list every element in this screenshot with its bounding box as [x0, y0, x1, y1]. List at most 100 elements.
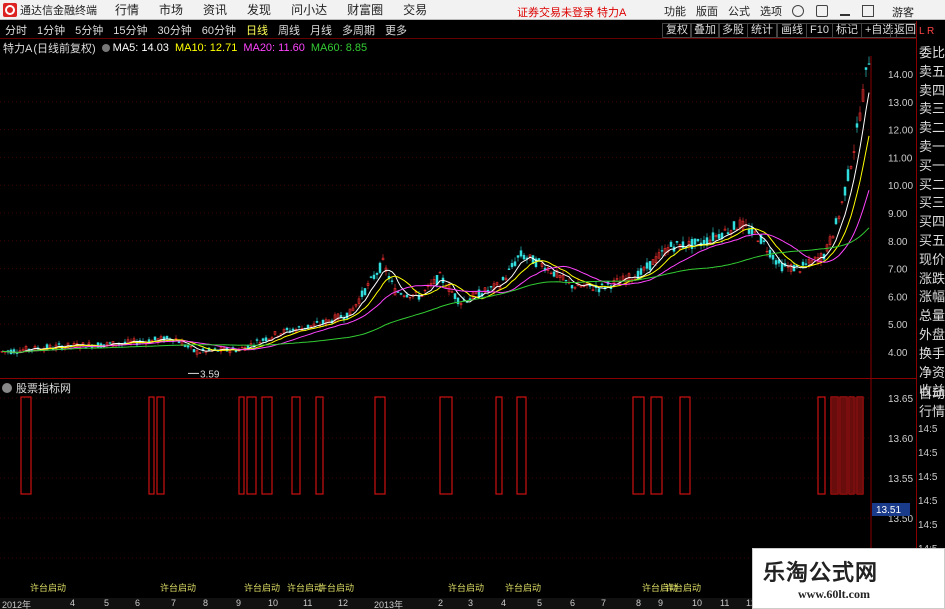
mark-button[interactable]: 标记	[832, 23, 862, 38]
sidebar-item-14[interactable]: 总量	[919, 307, 945, 325]
signal-text: 许台启动	[30, 582, 66, 594]
date-year-label: 2012年	[2, 600, 32, 609]
candle-body	[648, 261, 652, 270]
tab-1min[interactable]: 1分钟	[32, 22, 70, 38]
guest-label[interactable]: 游客	[892, 4, 914, 20]
date-tick: 11	[303, 598, 313, 608]
sidebar-item-17[interactable]: 净资	[919, 364, 945, 382]
candle-body	[690, 238, 694, 249]
draw-button[interactable]: 画线	[777, 23, 807, 38]
date-tick: 9	[236, 598, 242, 608]
sidebar-item-12[interactable]: 涨跌	[919, 270, 945, 288]
candle-body	[177, 341, 181, 344]
watermark-logo: 乐淘公式网 www.60lt.com	[752, 548, 945, 609]
settings-icon[interactable]	[101, 43, 110, 52]
candle-body	[846, 169, 850, 181]
menu-options[interactable]: 选项	[760, 3, 782, 19]
candle-body	[639, 268, 643, 275]
indicator-axis-label: 13.60	[888, 434, 913, 445]
candle-body	[489, 286, 493, 288]
sidebar-item-5[interactable]: 卖一	[919, 138, 945, 156]
sidebar-item-13[interactable]: 涨幅	[919, 288, 945, 306]
sidebar-lower-item-0[interactable]: 自动	[919, 385, 945, 403]
sidebar-time-1: 14:5	[918, 448, 938, 459]
quote-sidebar: L R 委比 卖五 卖四 卖三 卖二 卖一 买一 买二 买三 买四 买五 现价 涨跌 涨幅 总量 外盘 换手 净资收…	[916, 21, 945, 609]
menu-wealth[interactable]: 财富圈	[347, 1, 383, 18]
sidebar-item-7[interactable]: 买二	[919, 176, 945, 194]
candle-body	[297, 326, 301, 328]
price-axis-label: 8.00	[888, 237, 908, 248]
candle-body	[315, 320, 319, 323]
sidebar-item-11[interactable]: 现价	[919, 251, 945, 269]
stats-button[interactable]: 统计	[747, 23, 777, 38]
date-tick: 7	[601, 598, 607, 608]
sidebar-item-3[interactable]: 卖三	[919, 100, 945, 118]
candle-body	[513, 261, 517, 266]
menu-ask[interactable]: 问小达	[291, 1, 327, 18]
menu-layout[interactable]: 版面	[696, 3, 718, 19]
menu-quotes[interactable]: 行情	[115, 1, 139, 18]
sidebar-item-0[interactable]: 委比	[919, 44, 945, 62]
sidebar-lower-item-1[interactable]: 行情	[919, 403, 945, 421]
signal-text: 许台启动	[244, 582, 280, 594]
minimize-icon[interactable]	[840, 14, 850, 16]
tab-15min[interactable]: 15分钟	[108, 22, 152, 38]
date-tick: 6	[570, 598, 576, 608]
multi-stock-button[interactable]: 多股	[718, 23, 748, 38]
candle-body	[669, 241, 673, 247]
menu-news[interactable]: 资讯	[203, 1, 227, 18]
tab-timeshare[interactable]: 分时	[0, 22, 32, 38]
candle-body	[153, 336, 157, 341]
maximize-icon[interactable]	[862, 5, 874, 17]
tab-more[interactable]: 更多	[380, 22, 412, 38]
sidebar-item-15[interactable]: 外盘	[919, 326, 945, 344]
signal-bar-cluster	[831, 397, 863, 494]
candle-body	[696, 239, 700, 242]
signal-bar	[246, 396, 257, 495]
sidebar-item-2[interactable]: 卖四	[919, 82, 945, 100]
current-value-text: 13.51	[876, 505, 901, 516]
sidebar-item-4[interactable]: 卖二	[919, 119, 945, 137]
sidebar-item-8[interactable]: 买三	[919, 194, 945, 212]
candle-body	[501, 276, 505, 281]
menu-trade[interactable]: 交易	[403, 1, 427, 18]
sidebar-time-2: 14:5	[918, 472, 938, 483]
login-status[interactable]: 证券交易未登录 特力A	[517, 4, 626, 20]
candle-body	[342, 318, 346, 320]
menu-formula[interactable]: 公式	[728, 3, 750, 19]
cloud-icon[interactable]	[792, 5, 804, 17]
watermark-title: 乐淘公式网	[763, 560, 879, 585]
tab-60min[interactable]: 60分钟	[197, 22, 241, 38]
tab-daily[interactable]: 日线	[241, 22, 273, 38]
candle-body	[438, 272, 442, 274]
menu-functions[interactable]: 功能	[664, 3, 686, 19]
sidebar-item-16[interactable]: 换手	[919, 345, 945, 363]
candle-body	[726, 232, 730, 234]
mail-icon[interactable]	[816, 5, 828, 17]
f10-button[interactable]: F10	[806, 23, 833, 38]
sidebar-mode-label[interactable]: L R	[919, 23, 945, 41]
tab-multi-period[interactable]: 多周期	[337, 22, 380, 38]
overlay-button[interactable]: 叠加	[690, 23, 720, 38]
sidebar-item-10[interactable]: 买五	[919, 232, 945, 250]
tab-30min[interactable]: 30分钟	[153, 22, 197, 38]
date-tick: 11	[720, 598, 730, 608]
tab-monthly[interactable]: 月线	[305, 22, 337, 38]
tab-5min[interactable]: 5分钟	[70, 22, 108, 38]
tab-weekly[interactable]: 周线	[273, 22, 305, 38]
candle-body	[390, 280, 394, 282]
candle-body	[717, 234, 721, 239]
candle-body	[405, 294, 409, 298]
sidebar-item-1[interactable]: 卖五	[919, 63, 945, 81]
date-tick: 9	[658, 598, 664, 608]
candle-body	[285, 327, 289, 331]
sidebar-time-0: 14:5	[918, 424, 938, 435]
menu-discover[interactable]: 发现	[247, 1, 271, 18]
date-tick: 4	[501, 598, 507, 608]
sidebar-item-6[interactable]: 买一	[919, 157, 945, 175]
menu-market[interactable]: 市场	[159, 1, 183, 18]
adjust-button[interactable]: 复权	[662, 23, 692, 38]
indicator-axis-label: 13.55	[888, 474, 913, 485]
kline-chart[interactable]: 14.00 13.00 12.00 11.00 10.00 9.00 8.00 7.00 6.0…	[0, 56, 916, 378]
sidebar-item-9[interactable]: 买四	[919, 213, 945, 231]
